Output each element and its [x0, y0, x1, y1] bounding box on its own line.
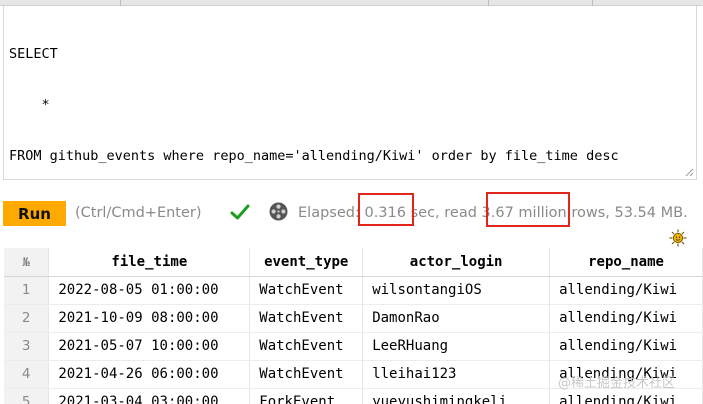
rows-suffix: rows, 53.54 MB. [571, 205, 688, 221]
row-number: 5 [4, 388, 50, 404]
query-line: FROM github_events where repo_name='alle… [9, 148, 619, 164]
cell-actor-login[interactable]: yueyushimingkeli [362, 388, 551, 404]
rownum-header: № [4, 248, 50, 277]
resize-grip-icon[interactable] [685, 168, 694, 177]
read-label: sec, read [410, 205, 477, 221]
cell-repo-name[interactable]: allending/Kiwi [549, 332, 703, 361]
cell-actor-login[interactable]: DamonRao [362, 304, 551, 333]
query-editor[interactable]: SELECT * FROM github_events where repo_n… [3, 6, 697, 180]
cell-file-time[interactable]: 2021-04-26 06:00:00 [48, 360, 251, 389]
cell-file-time[interactable]: 2022-08-05 01:00:00 [48, 276, 251, 305]
table-header-row: № file_time event_type actor_login repo_… [4, 248, 703, 277]
rows-highlight-box [486, 192, 570, 227]
cell-event-type[interactable]: WatchEvent [249, 360, 364, 389]
elapsed-label: Elapsed: [298, 205, 360, 221]
cell-event-type[interactable]: WatchEvent [249, 276, 364, 305]
row-number: 1 [4, 276, 50, 305]
query-line: * [9, 97, 50, 113]
cell-event-type[interactable]: WatchEvent [249, 332, 364, 361]
column-header-file-time[interactable]: file_time [48, 248, 251, 277]
row-number: 3 [4, 332, 50, 361]
cell-repo-name[interactable]: allending/Kiwi [549, 276, 703, 305]
column-header-actor-login[interactable]: actor_login [362, 248, 551, 277]
cell-actor-login[interactable]: wilsontangiOS [362, 276, 551, 305]
elapsed-highlight-box [358, 193, 414, 226]
query-line: SELECT [9, 46, 58, 62]
row-number: 2 [4, 304, 50, 333]
row-number: 4 [4, 360, 50, 389]
table-row: 1 2022-08-05 01:00:00 WatchEvent wilsont… [4, 276, 703, 305]
cell-repo-name[interactable]: allending/Kiwi [549, 304, 703, 333]
table-row: 3 2021-05-07 10:00:00 WatchEvent LeeRHua… [4, 332, 703, 361]
cell-file-time[interactable]: 2021-05-07 10:00:00 [48, 332, 251, 361]
film-reel-icon [269, 202, 288, 221]
shortcut-hint: (Ctrl/Cmd+Enter) [75, 205, 202, 221]
column-header-repo-name[interactable]: repo_name [549, 248, 703, 277]
cell-file-time[interactable]: 2021-10-09 08:00:00 [48, 304, 251, 333]
sun-icon[interactable] [669, 229, 687, 247]
column-header-event-type[interactable]: event_type [249, 248, 364, 277]
watermark: @稀土掘金技术社区 [558, 376, 676, 391]
cell-event-type[interactable]: WatchEvent [249, 304, 364, 333]
cell-event-type[interactable]: ForkEvent [249, 388, 364, 404]
checkmark-icon [230, 204, 250, 220]
run-button[interactable]: Run [3, 201, 66, 226]
cell-actor-login[interactable]: LeeRHuang [362, 332, 551, 361]
cell-file-time[interactable]: 2021-03-04 03:00:00 [48, 388, 251, 404]
query-toolbar: Run (Ctrl/Cmd+Enter) Elapsed: 0.316 sec,… [0, 196, 703, 232]
cell-actor-login[interactable]: lleihai123 [362, 360, 551, 389]
table-row: 2 2021-10-09 08:00:00 WatchEvent DamonRa… [4, 304, 703, 333]
